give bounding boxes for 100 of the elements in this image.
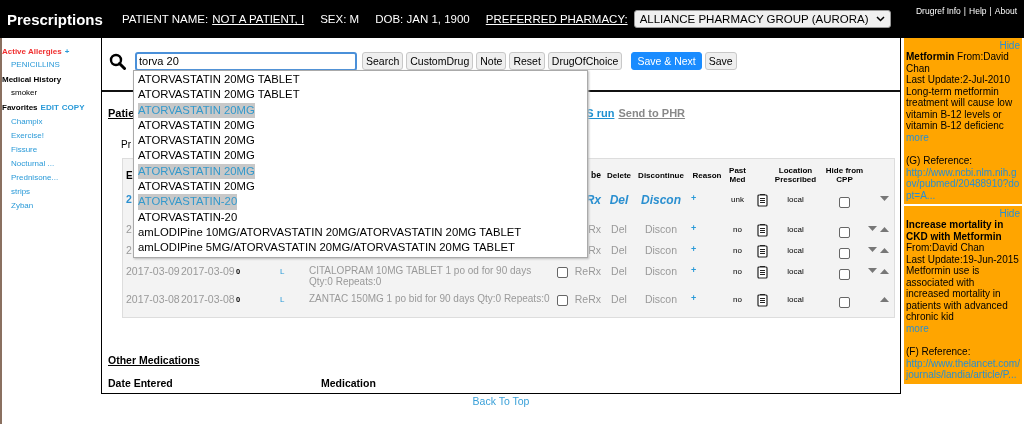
pharmacy-select[interactable]: ALLIANCE PHARMACY GROUP (AURORA) [633, 10, 891, 28]
add-allergy-link[interactable]: + [64, 47, 70, 56]
suggestion-item[interactable]: amLODIPine 10MG/ATORVASTATIN 20MG/ATORVASTATIN 20MG TABLET [138, 224, 522, 241]
favorite-link[interactable]: Nocturnal ... [2, 159, 101, 168]
move-up-icon[interactable] [880, 247, 889, 253]
written-date-cell: 2017-03-09 [181, 265, 236, 277]
suggestion-item[interactable]: ATORVASTATIN 20MG TABLET [138, 87, 300, 103]
notepad-icon[interactable] [756, 265, 768, 279]
represcribe-link[interactable]: Rx [588, 223, 601, 235]
favorites-title: Favorites [2, 103, 38, 112]
copy-link[interactable]: COPY [61, 103, 85, 112]
discontinue-link[interactable]: Discon [637, 244, 685, 256]
delete-link[interactable]: Del [601, 193, 637, 207]
past-med-cell-text: no [732, 224, 743, 234]
delete-link[interactable]: Del [601, 223, 637, 235]
profile-link[interactable]: Send to PHR [618, 107, 686, 119]
favorite-link[interactable]: Zyban [2, 201, 101, 210]
suggestion-item[interactable]: ATORVASTATIN-20 [138, 209, 238, 225]
search-icon[interactable] [109, 52, 126, 70]
move-down-icon[interactable] [868, 226, 877, 232]
column-header: Discontinue [637, 170, 685, 180]
add-reason-link[interactable]: + [685, 265, 723, 275]
hide-checkbox[interactable] [839, 297, 850, 308]
patient-name-link[interactable]: NOT A PATIENT, I [212, 13, 305, 25]
represcribe-link[interactable]: ReRx [574, 265, 601, 277]
add-reason-link[interactable]: + [685, 223, 723, 233]
suggestion-item[interactable]: ATORVASTATIN 20MG [138, 133, 255, 149]
move-up-icon[interactable] [880, 268, 889, 274]
header-link[interactable]: Help [969, 6, 987, 16]
suggestion-item[interactable]: ATORVASTATIN 20MG TABLET [138, 72, 300, 88]
location-cell-text: local [786, 224, 805, 234]
discontinue-link[interactable]: Discon [637, 193, 685, 207]
column-header: Delete [606, 170, 632, 180]
more-link[interactable]: more [906, 131, 929, 143]
edit-link[interactable]: EDIT [40, 103, 59, 112]
toolbar-button[interactable]: Search [362, 52, 404, 70]
header-link[interactable]: About [994, 6, 1017, 16]
add-reason-link[interactable]: + [685, 293, 723, 303]
toolbar-button[interactable]: Reset [509, 52, 545, 70]
move-down-icon[interactable] [868, 247, 877, 253]
toolbar-button[interactable]: Save & Next [631, 52, 702, 70]
suggestion-item[interactable]: ATORVASTATIN 20MG [138, 163, 255, 180]
toolbar-button[interactable]: DrugOfChoice [547, 52, 623, 70]
reference-link[interactable]: http://www.thelancet.com/journals/landia/article/P... [906, 357, 1020, 381]
hide-checkbox[interactable] [839, 227, 850, 238]
suggestion-item[interactable]: amLODIPine 5MG/ATORVASTATIN 20MG/ATORVASTATIN 20MG TABLET [138, 240, 515, 256]
suggestion-item[interactable]: ATORVASTATIN-20 [138, 194, 238, 210]
move-up-icon[interactable] [880, 226, 889, 232]
suggestion-item[interactable]: ATORVASTATIN 20MG [138, 148, 255, 164]
toolbar-button[interactable]: Note [476, 52, 507, 70]
allergy-link[interactable]: PENICILLINS [2, 60, 101, 69]
hide-checkbox[interactable] [839, 248, 850, 259]
toolbar-button[interactable]: Save [704, 52, 737, 70]
suggestion-item[interactable]: ATORVASTATIN 20MG [138, 102, 255, 118]
column-header: Date Entered [108, 377, 174, 389]
header-link[interactable]: Drugref Info [915, 6, 961, 16]
favorite-link[interactable]: Exercise! [2, 131, 101, 140]
start-date-cell: 2017-03-08 [126, 293, 180, 305]
page-title: Prescriptions [7, 10, 103, 28]
favorite-link[interactable]: Fissure [2, 145, 101, 154]
suggestion-item[interactable]: ATORVASTATIN 20MG [138, 179, 255, 195]
drug-search-field[interactable]: torva 20 [135, 51, 357, 71]
delete-link[interactable]: Del [601, 265, 637, 277]
notepad-icon[interactable] [756, 293, 768, 307]
add-reason-link[interactable]: + [685, 193, 723, 203]
favorite-link[interactable]: Champix [2, 117, 101, 126]
favorite-link[interactable]: Prednisone... [2, 173, 101, 182]
pharmacy-label-link[interactable]: PREFERRED PHARMACY: [485, 13, 628, 25]
other-medications-heading: Other Medications [108, 354, 200, 366]
notepad-icon[interactable] [756, 193, 768, 207]
toolbar-button[interactable]: CustomDrug [406, 52, 474, 70]
dob-text: DOB: JAN 1, 1900 [375, 13, 470, 25]
represcribe-link[interactable]: ReRx [574, 293, 601, 305]
favorite-link[interactable]: strips [2, 187, 101, 196]
discontinue-link[interactable]: Discon [637, 223, 685, 235]
history-title: Medical History [2, 75, 63, 84]
move-down-icon[interactable] [868, 268, 877, 274]
notepad-icon[interactable] [756, 223, 768, 237]
alert-text: Metformin use is associated with increased mortality in patients with advanced chronic kid [906, 265, 1009, 323]
select-checkbox[interactable] [557, 295, 568, 306]
move-down-icon[interactable] [880, 196, 889, 202]
hide-link[interactable]: Hide [999, 40, 1020, 51]
more-link[interactable]: more [906, 322, 929, 334]
hide-checkbox[interactable] [839, 269, 850, 280]
delete-link[interactable]: Del [601, 293, 637, 305]
discontinue-link[interactable]: Discon [637, 265, 685, 277]
column-header: be [591, 170, 601, 180]
start-date-cell: 2 [126, 193, 132, 205]
add-reason-link[interactable]: + [685, 244, 723, 254]
back-to-top-link[interactable]: Back To Top [472, 395, 530, 407]
represcribe-link[interactable]: Rx [588, 244, 601, 256]
hide-checkbox[interactable] [839, 197, 850, 208]
select-checkbox[interactable] [557, 267, 568, 278]
reference-link[interactable]: http://www.ncbi.nlm.nih.gov/pubmed/20488910?dopt=A... [906, 166, 1020, 201]
move-up-icon[interactable] [880, 296, 889, 302]
delete-link[interactable]: Del [601, 244, 637, 256]
discontinue-link[interactable]: Discon [637, 293, 685, 305]
hide-link[interactable]: Hide [999, 208, 1020, 219]
suggestion-item[interactable]: ATORVASTATIN 20MG [138, 117, 255, 134]
notepad-icon[interactable] [756, 244, 768, 258]
